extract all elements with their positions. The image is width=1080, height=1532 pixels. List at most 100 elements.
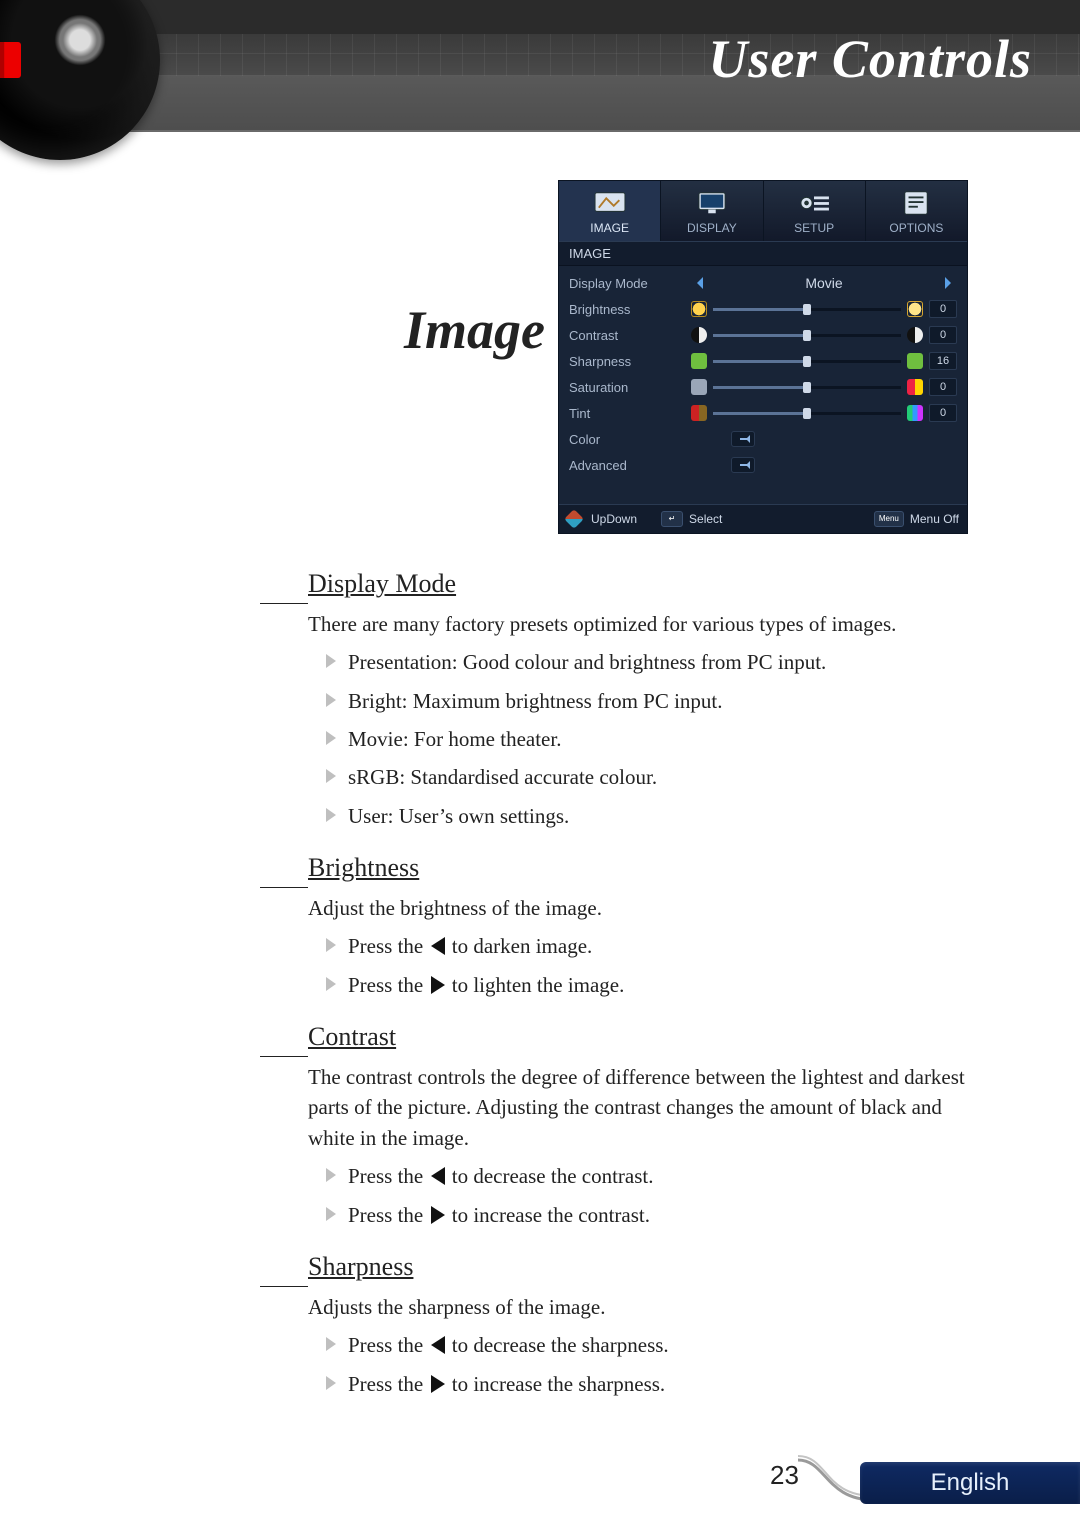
- content-body: Display Mode There are many factory pres…: [308, 565, 968, 1407]
- osd-row-sharpness: Sharpness 16: [565, 348, 961, 374]
- para-display-mode-intro: There are many factory presets optimized…: [308, 609, 968, 639]
- list-text: User: User’s own settings.: [348, 804, 569, 828]
- slider: [713, 408, 901, 418]
- section-title-image: Image: [404, 299, 545, 361]
- sun-low-icon: [691, 301, 707, 317]
- osd-footer-updown: UpDown: [591, 512, 637, 526]
- contrast-high-icon: [907, 327, 923, 343]
- osd-footer: UpDown ↵ Select Menu Menu Off: [559, 504, 967, 533]
- sat-low-icon: [691, 379, 707, 395]
- slider: [713, 304, 901, 314]
- list-item: Press the to decrease the contrast.: [326, 1161, 968, 1191]
- setup-tab-icon: [795, 189, 833, 217]
- heading-sharpness: Sharpness: [308, 1248, 968, 1286]
- osd-label: Contrast: [569, 328, 691, 343]
- heading-display-mode: Display Mode: [308, 565, 968, 603]
- bullet-icon: [326, 654, 343, 668]
- lens-decor: [0, 0, 160, 160]
- osd-row-saturation: Saturation 0: [565, 374, 961, 400]
- list-item: Movie: For home theater.: [326, 724, 968, 754]
- tint-low-icon: [691, 405, 707, 421]
- bullet-icon: [326, 977, 343, 991]
- osd-label: Sharpness: [569, 354, 691, 369]
- osd-value-display-mode: Movie: [709, 275, 939, 291]
- list-item: Press the to decrease the sharpness.: [326, 1330, 968, 1360]
- right-arrow-icon: [945, 277, 957, 289]
- osd-row-advanced: Advanced: [565, 452, 961, 478]
- osd-value-contrast: 0: [929, 326, 957, 344]
- enter-icon: [731, 457, 755, 473]
- list-text: Bright: Maximum brightness from PC input…: [348, 689, 723, 713]
- bullet-icon: [326, 1168, 343, 1182]
- right-arrow-icon: [431, 976, 445, 994]
- heading-brightness: Brightness: [308, 849, 968, 887]
- osd-tab-options: OPTIONS: [866, 181, 967, 241]
- left-arrow-icon: [431, 1167, 445, 1185]
- tint-high-icon: [907, 405, 923, 421]
- para-contrast-intro: The contrast controls the degree of diff…: [308, 1062, 968, 1153]
- language-badge: English: [860, 1462, 1080, 1504]
- manual-page: { "header": { "title": "User Controls" }…: [0, 0, 1080, 1532]
- list-item: Press the to increase the contrast.: [326, 1200, 968, 1230]
- list-item: User: User’s own settings.: [326, 801, 968, 831]
- osd-label: Color: [569, 432, 691, 447]
- left-arrow-icon: [431, 1336, 445, 1354]
- bullet-icon: [326, 1337, 343, 1351]
- bullet-icon: [326, 1207, 343, 1221]
- right-arrow-icon: [431, 1206, 445, 1224]
- list-text: Presentation: Good colour and brightness…: [348, 650, 826, 674]
- page-footer: 23 English: [740, 1456, 1080, 1508]
- osd-value-tint: 0: [929, 404, 957, 422]
- osd-tab-image-label: IMAGE: [590, 221, 629, 235]
- bullet-icon: [326, 693, 343, 707]
- list-item: Press the to lighten the image.: [326, 970, 968, 1000]
- list-text: Press the to lighten the image.: [348, 973, 624, 997]
- osd-value-brightness: 0: [929, 300, 957, 318]
- osd-tab-display: DISPLAY: [661, 181, 763, 241]
- osd-menu: IMAGE DISPLAY SETUP: [558, 180, 968, 534]
- list-text: Press the to decrease the contrast.: [348, 1164, 654, 1188]
- enter-key-icon: ↵: [661, 511, 683, 527]
- heading-contrast: Contrast: [308, 1018, 968, 1056]
- osd-label: Brightness: [569, 302, 691, 317]
- menu-key-icon: Menu: [874, 511, 904, 527]
- osd-row-color: Color: [565, 426, 961, 452]
- left-arrow-icon: [691, 277, 703, 289]
- list-text: sRGB: Standardised accurate colour.: [348, 765, 657, 789]
- options-tab-icon: [897, 189, 935, 217]
- osd-tab-options-label: OPTIONS: [889, 221, 943, 235]
- sharp-high-icon: [907, 353, 923, 369]
- list-item: Press the to increase the sharpness.: [326, 1369, 968, 1399]
- right-arrow-icon: [431, 1375, 445, 1393]
- left-arrow-icon: [431, 937, 445, 955]
- bullet-icon: [326, 731, 343, 745]
- osd-footer-menuoff: Menu Off: [910, 512, 959, 526]
- list-item: Press the to darken image.: [326, 931, 968, 961]
- list-text: Press the to increase the contrast.: [348, 1203, 650, 1227]
- osd-value-sharpness: 16: [929, 352, 957, 370]
- osd-row-tint: Tint 0: [565, 400, 961, 426]
- list-text: Press the to decrease the sharpness.: [348, 1333, 669, 1357]
- para-brightness-intro: Adjust the brightness of the image.: [308, 893, 968, 923]
- osd-row-brightness: Brightness 0: [565, 296, 961, 322]
- list-item: Bright: Maximum brightness from PC input…: [326, 686, 968, 716]
- list-item: Presentation: Good colour and brightness…: [326, 647, 968, 677]
- header-title: User Controls: [708, 28, 1032, 90]
- sun-high-icon: [907, 301, 923, 317]
- osd-row-contrast: Contrast 0: [565, 322, 961, 348]
- osd-label: Advanced: [569, 458, 691, 473]
- osd-footer-select: Select: [689, 512, 722, 526]
- list-text: Movie: For home theater.: [348, 727, 561, 751]
- osd-row-display-mode: Display Mode Movie: [565, 270, 961, 296]
- osd-tab-display-label: DISPLAY: [687, 221, 737, 235]
- slider: [713, 330, 901, 340]
- list-item: sRGB: Standardised accurate colour.: [326, 762, 968, 792]
- page-number: 23: [770, 1460, 799, 1491]
- bullet-icon: [326, 1376, 343, 1390]
- osd-label: Saturation: [569, 380, 691, 395]
- slider: [713, 382, 901, 392]
- para-sharpness-intro: Adjusts the sharpness of the image.: [308, 1292, 968, 1322]
- sharp-low-icon: [691, 353, 707, 369]
- osd-tab-setup: SETUP: [764, 181, 866, 241]
- osd-value-saturation: 0: [929, 378, 957, 396]
